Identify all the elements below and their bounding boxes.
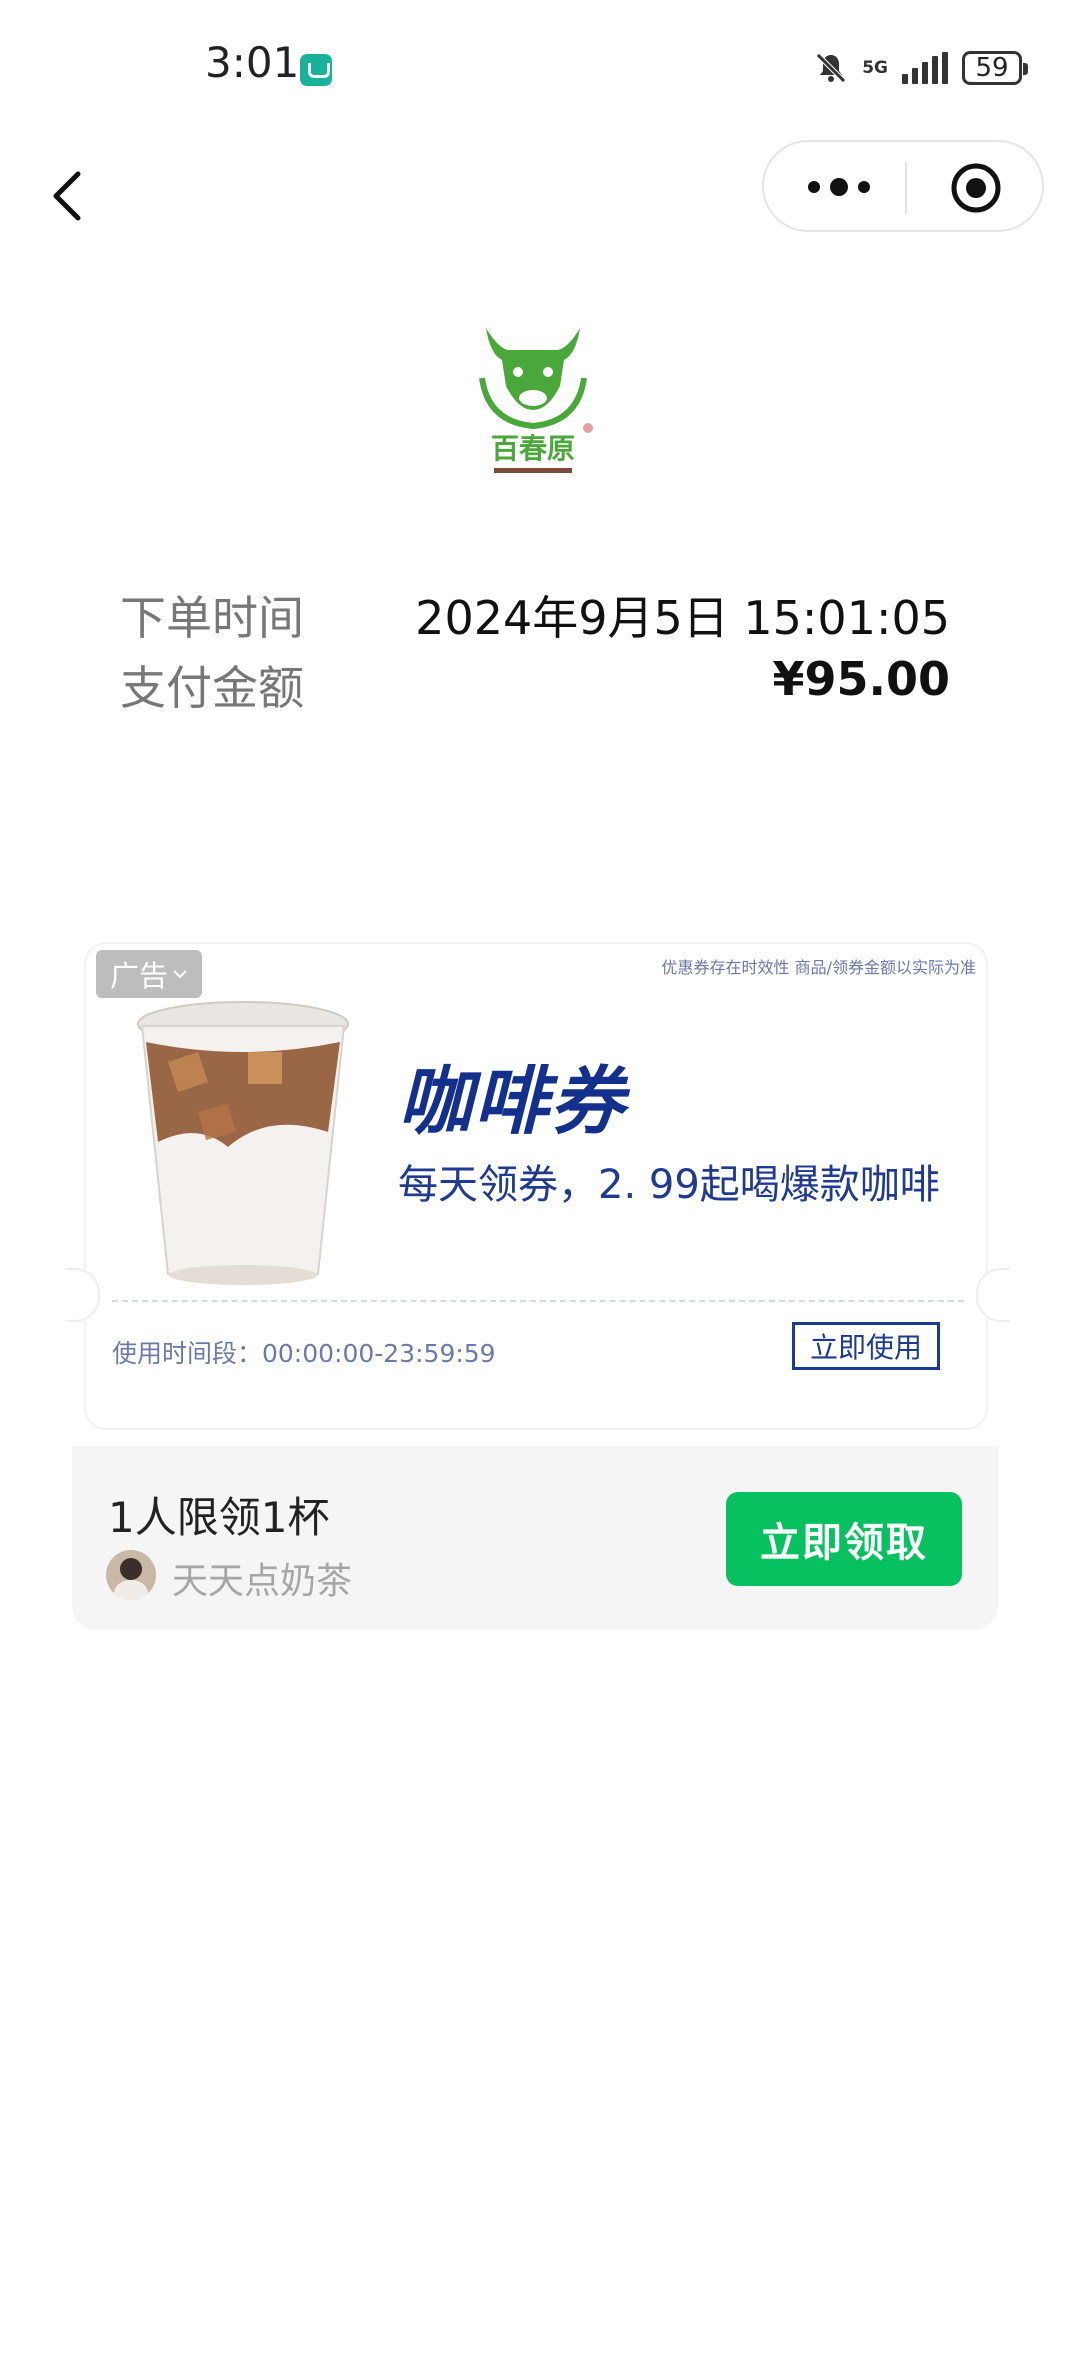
- coupon-title: 咖啡券: [398, 1059, 626, 1145]
- menu-capsule: [762, 140, 1044, 232]
- more-dots-icon[interactable]: [804, 172, 874, 202]
- pay-amount-value: ¥95.00: [772, 652, 950, 706]
- bell-muted-icon: [816, 53, 846, 83]
- shop-avatar: [106, 1550, 156, 1600]
- iced-coffee-image: [137, 1001, 349, 1285]
- capsule-divider: [905, 162, 907, 214]
- chevron-down-icon: [173, 970, 187, 979]
- network-type: 5G: [862, 58, 888, 78]
- claim-now-button[interactable]: 立即领取: [726, 1492, 962, 1586]
- order-time-value: 2024年9月5日 15:01:05: [415, 591, 950, 645]
- status-indicators: 5G 59: [814, 46, 1028, 90]
- coupon-divider: [112, 1300, 964, 1302]
- signal-icon: [902, 52, 948, 84]
- ad-badge[interactable]: 广告: [96, 950, 202, 998]
- claim-limit-text: 1人限领1杯: [108, 1493, 330, 1542]
- coupon-use-time: 使用时间段：00:00:00-23:59:59: [112, 1339, 496, 1368]
- target-circle-icon[interactable]: [950, 162, 1002, 214]
- status-time: 3:01: [205, 38, 300, 87]
- ad-badge-label: 广告: [109, 959, 168, 993]
- battery-level: 59: [975, 53, 1009, 83]
- pay-amount-label: 支付金额: [120, 661, 304, 715]
- brand-name: 百春原: [491, 432, 575, 465]
- app-notification-icon: [300, 54, 332, 86]
- order-time-label: 下单时间: [120, 591, 304, 645]
- brand-logo: 百春原: [479, 328, 593, 473]
- shop-name: 天天点奶茶: [172, 1561, 353, 1602]
- use-now-button[interactable]: 立即使用: [792, 1322, 940, 1370]
- coupon-subtitle: 每天领券，2. 99起喝爆款咖啡: [398, 1162, 940, 1208]
- chevron-left-icon[interactable]: [46, 168, 90, 224]
- ad-disclaimer: 优惠券存在时效性 商品/领券金额以实际为准: [661, 958, 976, 977]
- battery-icon: 59: [962, 51, 1028, 85]
